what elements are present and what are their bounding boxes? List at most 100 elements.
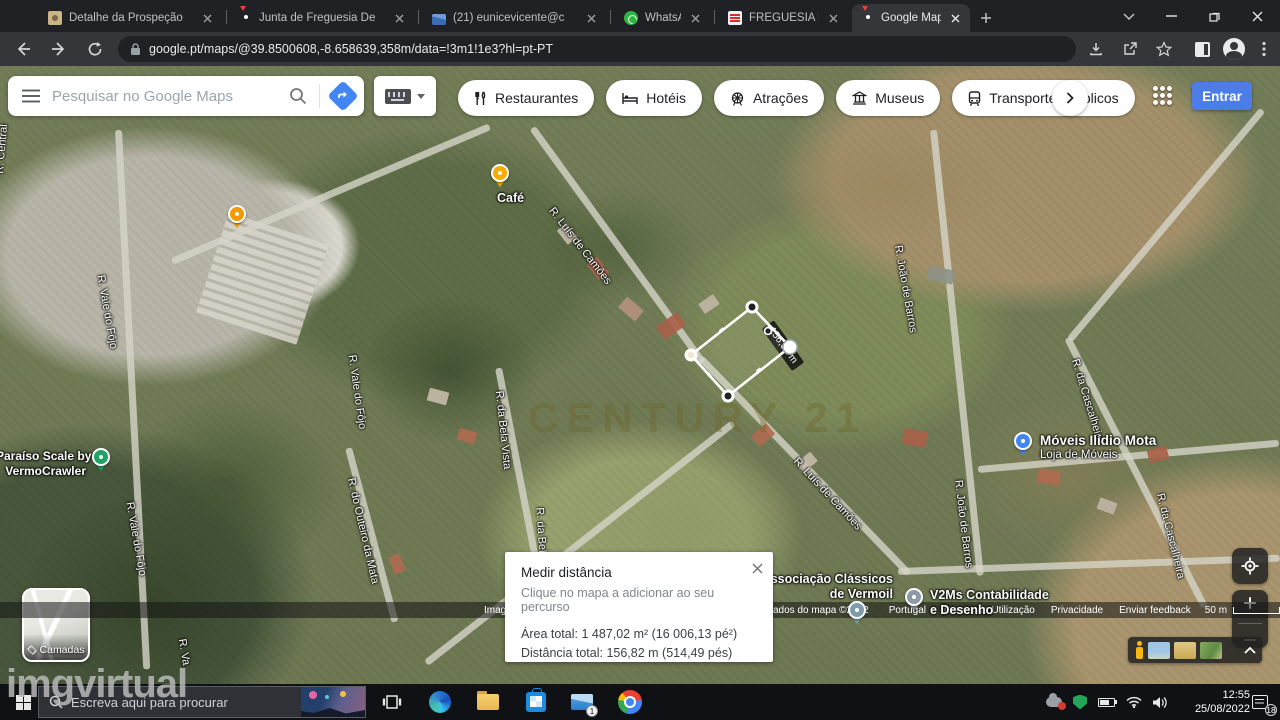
maps-search-input[interactable]: Pesquisar no Google Maps [52, 88, 277, 105]
share-icon[interactable] [1118, 37, 1142, 61]
window-close-button[interactable] [1236, 0, 1279, 32]
profile-avatar[interactable] [1222, 37, 1246, 61]
security-shield-icon[interactable] [1073, 694, 1087, 710]
store-taskbar-icon[interactable] [524, 688, 548, 714]
v2ms-line1: V2Ms Contabilidade [930, 588, 1049, 602]
tab-title: (21) eunicevicente@c [453, 12, 565, 24]
tab-divider [714, 10, 715, 24]
file-explorer-taskbar-icon[interactable] [476, 690, 500, 714]
v2ms-label[interactable]: V2Ms Contabilidade e Desenho [930, 588, 1049, 618]
google-apps-grid-icon[interactable] [1152, 85, 1172, 105]
tab-close-icon[interactable] [584, 11, 598, 25]
mail-taskbar-icon[interactable]: 1 [570, 690, 598, 717]
chip-restaurantes[interactable]: Restaurantes [458, 80, 595, 116]
tab-close-icon[interactable] [200, 11, 214, 25]
ferris-wheel-icon [731, 91, 744, 106]
chip-transportes[interactable]: Transportes públicos [952, 80, 1135, 116]
notification-badge: 18 [1265, 704, 1277, 716]
task-view-button[interactable] [380, 690, 404, 714]
moveis-label[interactable]: Móveis Ilídio Mota Loja de Móveis [1040, 433, 1156, 463]
download-icon[interactable] [1084, 37, 1108, 61]
tab-close-icon[interactable] [948, 11, 962, 25]
tab-close-icon[interactable] [826, 11, 840, 25]
tab-freguesia-vermoil[interactable]: FREGUESIA DE VERMO [718, 4, 848, 32]
back-button[interactable] [10, 36, 36, 62]
tab-close-icon[interactable] [688, 11, 702, 25]
measurement-polygon[interactable] [660, 285, 820, 415]
action-center-button[interactable]: 18 [1248, 690, 1277, 716]
cafe-label[interactable]: Café [497, 191, 524, 206]
kebab-menu-icon[interactable] [1252, 37, 1276, 61]
scale-bar [1233, 606, 1280, 614]
tab-title: Detalhe da Prospeção [69, 12, 183, 24]
attribution-link-feedback[interactable]: Enviar feedback [1119, 605, 1191, 616]
tab-search-chevron-icon[interactable] [1107, 0, 1150, 32]
collapse-chevron-icon[interactable] [1244, 646, 1256, 654]
tab-google-maps-active[interactable]: Google Maps [852, 4, 970, 32]
tab-title: Junta de Freguesia De [259, 12, 376, 24]
onedrive-error-icon[interactable] [1046, 693, 1066, 710]
restaurant-icon [475, 91, 486, 105]
more-categories-button[interactable] [1052, 80, 1088, 116]
sign-in-button[interactable]: Entrar [1192, 82, 1252, 110]
chip-museus[interactable]: Museus [836, 80, 941, 116]
keyboard-icon [385, 88, 411, 104]
chrome-taskbar-icon[interactable] [618, 690, 642, 714]
divider [319, 84, 320, 108]
layers-control[interactable]: Camadas [22, 588, 90, 662]
divider [1238, 623, 1262, 625]
new-tab-button[interactable] [975, 7, 997, 29]
reload-button[interactable] [82, 36, 108, 62]
clock-time: 12:55 [1222, 689, 1250, 701]
business-pin-icon[interactable] [905, 588, 923, 611]
search-icon[interactable] [289, 87, 307, 105]
edge-taskbar-icon[interactable] [428, 690, 452, 714]
tab-junta-freguesia[interactable]: Junta de Freguesia De [230, 4, 414, 32]
search-highlight-image[interactable] [301, 687, 365, 717]
imagery-thumbnail[interactable] [1148, 641, 1170, 659]
my-location-button[interactable] [1232, 548, 1268, 584]
shopping-pin-icon[interactable] [1014, 432, 1032, 455]
mail-badge: 1 [586, 705, 598, 717]
volume-icon[interactable] [1153, 696, 1168, 709]
taskbar-clock[interactable]: 12:55 25/08/2022 [1168, 688, 1250, 716]
windows-taskbar: Escreva aqui para procurar 1 12:55 25/08… [0, 684, 1280, 720]
maps-search-bar[interactable]: Pesquisar no Google Maps [8, 76, 364, 116]
tab-close-icon[interactable] [392, 11, 406, 25]
bar-pin-icon[interactable] [228, 205, 246, 228]
window-restore-button[interactable] [1193, 0, 1236, 32]
keyboard-input-tools[interactable] [374, 76, 436, 116]
hamburger-menu-icon[interactable] [22, 89, 40, 103]
chip-atracoes[interactable]: Atrações [713, 80, 825, 116]
paraiso-label[interactable]: Paraíso Scale by VermoCrawler [0, 449, 91, 479]
directions-icon[interactable] [327, 80, 359, 112]
tab-email[interactable]: (21) eunicevicente@c [422, 4, 606, 32]
cafe-pin-icon[interactable] [491, 164, 509, 187]
association-pin-icon[interactable] [848, 601, 866, 624]
wifi-icon[interactable] [1126, 696, 1142, 708]
battery-icon[interactable] [1098, 697, 1118, 707]
forward-button[interactable] [46, 36, 72, 62]
window-minimize-button[interactable] [1150, 0, 1193, 32]
chevron-down-icon[interactable] [417, 93, 425, 99]
hiking-pin-icon[interactable] [92, 448, 110, 471]
tab-title: WhatsApp [645, 12, 681, 24]
tab-detalhe-prospecao[interactable]: Detalhe da Prospeção [38, 4, 222, 32]
bookmark-star-icon[interactable] [1152, 37, 1176, 61]
side-panel-icon[interactable] [1190, 37, 1214, 61]
url-bar[interactable]: google.pt/maps/@39.8500608,-8.658639,358… [118, 36, 1076, 62]
imagery-thumbnail[interactable] [1200, 641, 1222, 659]
attribution-link-privacidade[interactable]: Privacidade [1051, 605, 1103, 616]
chip-label: Atrações [752, 90, 809, 106]
pegman-icon[interactable] [1134, 641, 1144, 659]
maps-favicon-icon [862, 6, 874, 25]
dialog-hint: Clique no mapa a adicionar ao seu percur… [521, 586, 715, 614]
category-chips: Restaurantes Hotéis Atrações Museus Tran… [458, 80, 1135, 116]
scale-label: 50 m [1204, 604, 1228, 616]
dialog-close-icon[interactable] [749, 560, 765, 576]
chip-hoteis[interactable]: Hotéis [606, 80, 702, 116]
measure-distance-dialog: Medir distância Clique no mapa a adicion… [505, 552, 773, 662]
tab-title: Google Maps [881, 12, 941, 24]
imagery-thumbnail[interactable] [1174, 641, 1196, 659]
tab-whatsapp[interactable]: WhatsApp [614, 4, 710, 32]
